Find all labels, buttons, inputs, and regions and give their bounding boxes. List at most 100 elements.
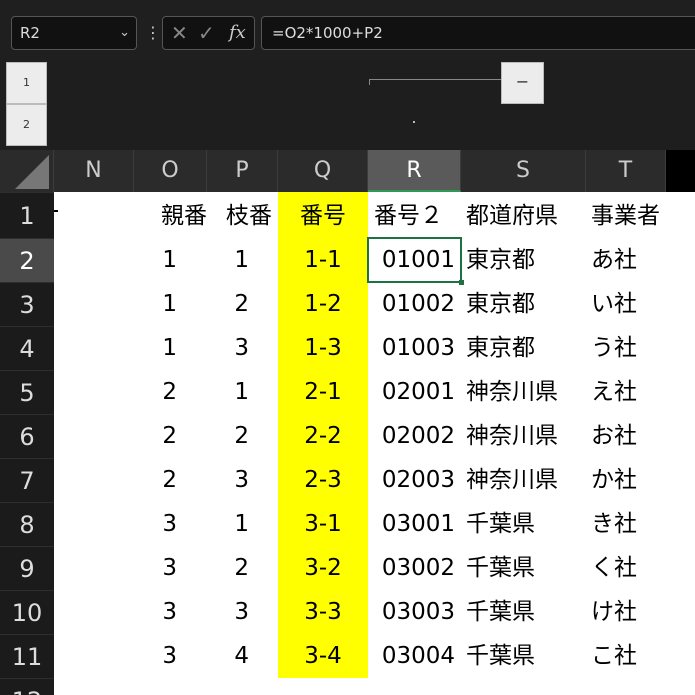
data-cell[interactable]: 1-2 <box>278 282 368 326</box>
outline-level-1-button[interactable]: 1 <box>6 62 47 104</box>
data-cell[interactable]: え社 <box>586 370 666 414</box>
select-all-button[interactable] <box>0 150 54 192</box>
row-header-1[interactable]: 1 <box>0 192 54 238</box>
data-cell[interactable]: 2 <box>207 414 278 458</box>
row-header-8[interactable]: 8 <box>0 502 54 546</box>
data-cell[interactable]: き社 <box>586 502 666 546</box>
data-cell[interactable]: 1-1 <box>278 238 368 282</box>
row-header-12[interactable]: 12 <box>0 678 54 695</box>
data-cell[interactable]: 03003 <box>368 590 461 634</box>
column-header-s[interactable]: S <box>461 150 586 192</box>
data-cell[interactable]: 02003 <box>368 458 461 502</box>
row-header-2[interactable]: 2 <box>0 238 54 282</box>
data-cell[interactable]: こ社 <box>586 634 666 678</box>
outline-group-bracket <box>369 79 502 80</box>
data-cell[interactable]: 3-4 <box>278 634 368 678</box>
row-header-7[interactable]: 7 <box>0 458 54 502</box>
data-cell[interactable]: 2-2 <box>278 414 368 458</box>
data-cell[interactable]: 2 <box>134 458 207 502</box>
header-cell[interactable]: 都道府県 <box>461 194 586 238</box>
data-cell[interactable]: 1-3 <box>278 326 368 370</box>
row-header-11[interactable]: 11 <box>0 634 54 678</box>
data-cell[interactable]: か社 <box>586 458 666 502</box>
column-header-o[interactable]: O <box>134 150 207 192</box>
data-cell[interactable]: 3 <box>134 546 207 590</box>
row-header-5[interactable]: 5 <box>0 370 54 414</box>
data-cell[interactable]: 1 <box>207 238 278 282</box>
data-cell[interactable]: 1 <box>134 238 207 282</box>
data-cell[interactable]: 千葉県 <box>461 590 586 634</box>
data-cell[interactable]: 東京都 <box>461 326 586 370</box>
fill-handle[interactable] <box>459 280 464 285</box>
data-cell[interactable]: 3 <box>134 634 207 678</box>
data-cell[interactable]: 3 <box>207 458 278 502</box>
row-header-3[interactable]: 3 <box>0 282 54 326</box>
outline-collapse-button[interactable]: − <box>501 62 544 104</box>
data-cell[interactable]: け社 <box>586 590 666 634</box>
data-cell[interactable]: お社 <box>586 414 666 458</box>
data-cell[interactable]: 1 <box>134 326 207 370</box>
data-cell[interactable]: 02001 <box>368 370 461 414</box>
header-cell[interactable]: 番号 <box>278 194 368 238</box>
data-cell[interactable]: 神奈川県 <box>461 414 586 458</box>
formula-input[interactable]: =O2*1000+P2 <box>261 16 695 50</box>
data-cell[interactable]: 3 <box>207 326 278 370</box>
column-header-p[interactable]: P <box>207 150 278 192</box>
data-cell[interactable]: 03001 <box>368 502 461 546</box>
data-cell[interactable]: 1 <box>207 370 278 414</box>
column-header-t[interactable]: T <box>586 150 666 192</box>
data-cell[interactable]: 1 <box>207 502 278 546</box>
data-cell[interactable]: 千葉県 <box>461 634 586 678</box>
enter-icon[interactable]: ✓ <box>198 17 215 49</box>
data-cell[interactable]: 2 <box>207 282 278 326</box>
active-cell-outline <box>367 237 462 283</box>
data-cell[interactable]: 03004 <box>368 634 461 678</box>
row-header-9[interactable]: 9 <box>0 546 54 590</box>
outline-level-2-button[interactable]: 2 <box>6 104 47 146</box>
data-cell[interactable]: 3-3 <box>278 590 368 634</box>
column-header-n[interactable]: N <box>54 150 134 192</box>
chevron-down-icon[interactable]: ⌄ <box>119 17 130 49</box>
data-cell[interactable]: い社 <box>586 282 666 326</box>
cancel-icon[interactable]: ✕ <box>171 17 188 49</box>
data-cell[interactable]: 1 <box>134 282 207 326</box>
data-cell[interactable]: 02002 <box>368 414 461 458</box>
data-cell[interactable]: 東京都 <box>461 238 586 282</box>
data-cell[interactable]: 3 <box>134 590 207 634</box>
data-cell[interactable]: 千葉県 <box>461 502 586 546</box>
data-cell[interactable]: 3 <box>134 502 207 546</box>
data-cell[interactable]: 4 <box>207 634 278 678</box>
header-cell[interactable]: 親番 <box>134 194 207 238</box>
data-cell[interactable]: 神奈川県 <box>461 370 586 414</box>
data-cell[interactable]: 東京都 <box>461 282 586 326</box>
header-cell[interactable]: 枝番 <box>207 194 278 238</box>
data-cell[interactable]: 2 <box>134 370 207 414</box>
data-cell[interactable]: く社 <box>586 546 666 590</box>
data-cell[interactable]: 2-1 <box>278 370 368 414</box>
data-cell[interactable]: う社 <box>586 326 666 370</box>
data-cell[interactable]: 01003 <box>368 326 461 370</box>
insert-function-icon[interactable]: fx <box>229 17 246 49</box>
select-all-icon <box>15 155 49 189</box>
data-cell[interactable]: 神奈川県 <box>461 458 586 502</box>
data-cell[interactable]: 3-2 <box>278 546 368 590</box>
data-cell[interactable]: 2-3 <box>278 458 368 502</box>
cell-grid[interactable]: 親番 枝番 番号 番号２ 都道府県 事業者 1 1 1-1 01001 東京都 あ社 1 2 1-2 0100… <box>54 192 695 695</box>
header-cell[interactable]: 番号２ <box>368 194 461 238</box>
name-box[interactable]: R2 ⌄ <box>11 16 137 50</box>
data-cell[interactable]: 2 <box>134 414 207 458</box>
row-header-4[interactable]: 4 <box>0 326 54 370</box>
data-cell[interactable]: 2 <box>207 546 278 590</box>
more-options-icon[interactable]: ⋮ <box>145 20 161 46</box>
data-cell[interactable]: あ社 <box>586 238 666 282</box>
data-cell[interactable]: 3 <box>207 590 278 634</box>
row-header-6[interactable]: 6 <box>0 414 54 458</box>
header-cell[interactable]: 事業者 <box>586 194 666 238</box>
data-cell[interactable]: 01002 <box>368 282 461 326</box>
data-cell[interactable]: 3-1 <box>278 502 368 546</box>
column-header-q[interactable]: Q <box>278 150 368 192</box>
data-cell[interactable]: 03002 <box>368 546 461 590</box>
column-header-r[interactable]: R <box>368 150 461 192</box>
row-header-10[interactable]: 10 <box>0 590 54 634</box>
data-cell[interactable]: 千葉県 <box>461 546 586 590</box>
